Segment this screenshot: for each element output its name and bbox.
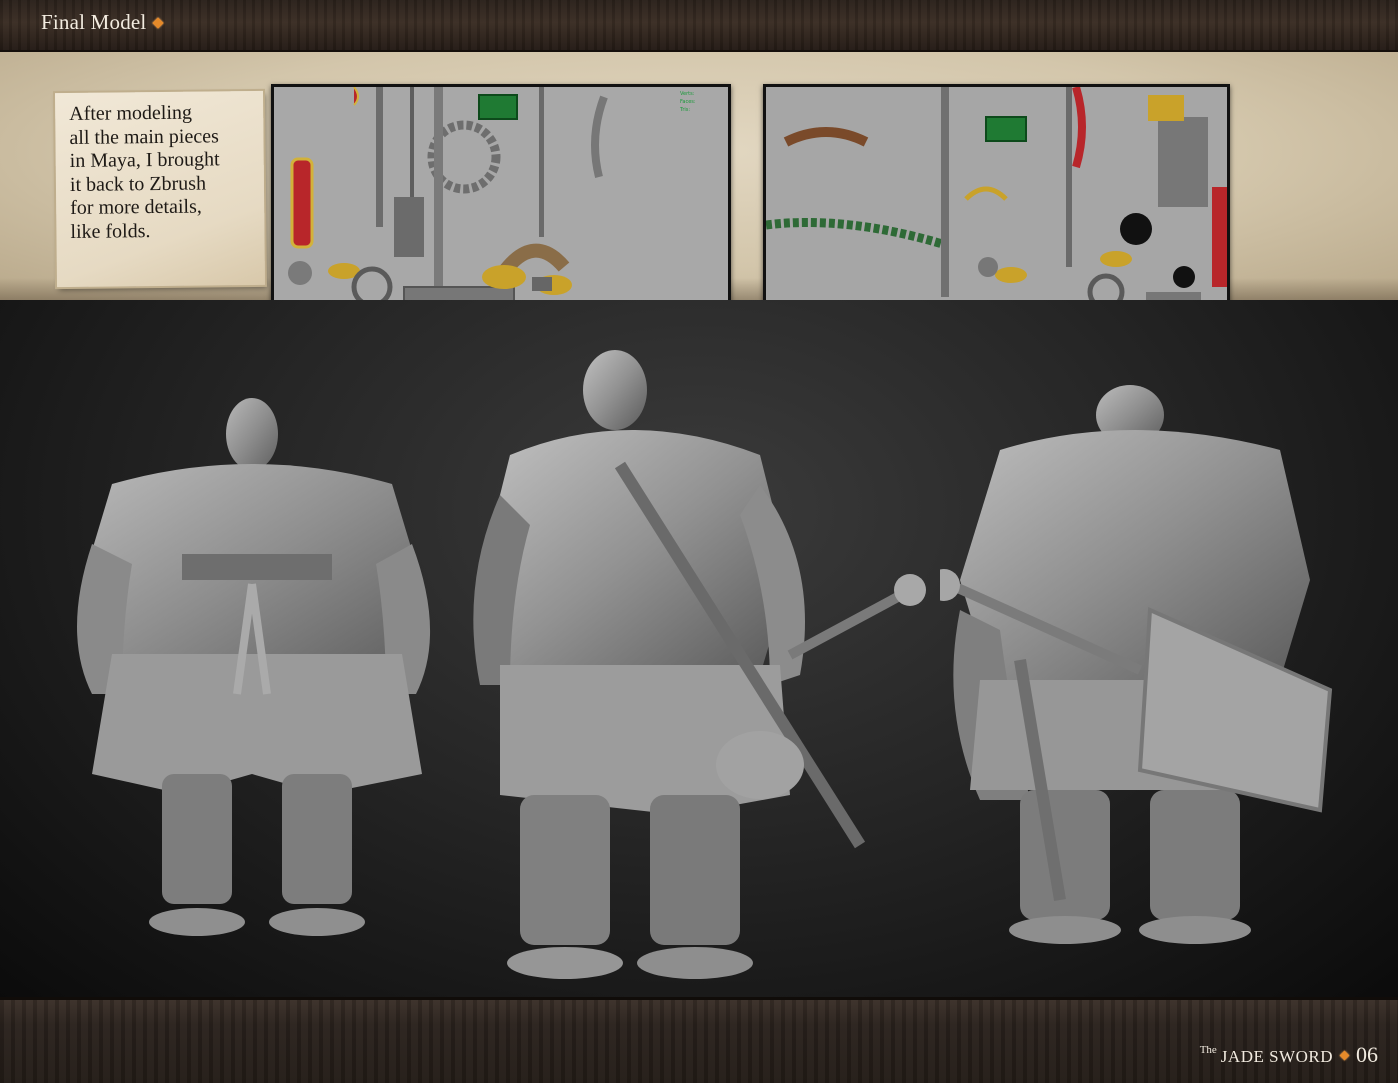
note-line: like folds.	[70, 219, 151, 243]
page-title: Final Model	[41, 10, 165, 35]
page-title-text: Final Model	[41, 10, 147, 34]
viewport-parts-image: Verts: Faces: Tris:	[274, 87, 728, 335]
tiger-warrior-front-view	[62, 394, 446, 939]
diamond-ornament-icon	[1339, 1050, 1350, 1061]
bottom-wood-bar	[0, 997, 1398, 1083]
note-line: for more details,	[70, 195, 202, 219]
svg-text:Faces:: Faces:	[680, 99, 696, 105]
top-wood-bar	[0, 0, 1398, 53]
note-line: it back to Zbrush	[69, 172, 207, 196]
svg-text:Verts:: Verts:	[680, 91, 695, 97]
tiger-warrior-three-quarter-view	[460, 345, 930, 985]
footer-brand: JADE SWORD	[1220, 1047, 1333, 1066]
svg-text:Tris:: Tris:	[679, 107, 690, 113]
tiger-warrior-back-view	[940, 380, 1370, 950]
footer-branding: The JADE SWORD 06	[1200, 1042, 1378, 1068]
footer-prefix: The	[1199, 1044, 1217, 1056]
note-line: in Maya, I brought	[69, 148, 220, 172]
page-number: 06	[1356, 1042, 1378, 1067]
note-text: After modeling all the main pieces in Ma…	[69, 101, 260, 244]
viewport-parts-image	[766, 87, 1227, 335]
note-card: After modeling all the main pieces in Ma…	[54, 90, 266, 288]
diamond-ornament-icon	[152, 17, 165, 29]
note-line: After modeling	[69, 101, 193, 125]
note-line: all the main pieces	[69, 124, 219, 149]
